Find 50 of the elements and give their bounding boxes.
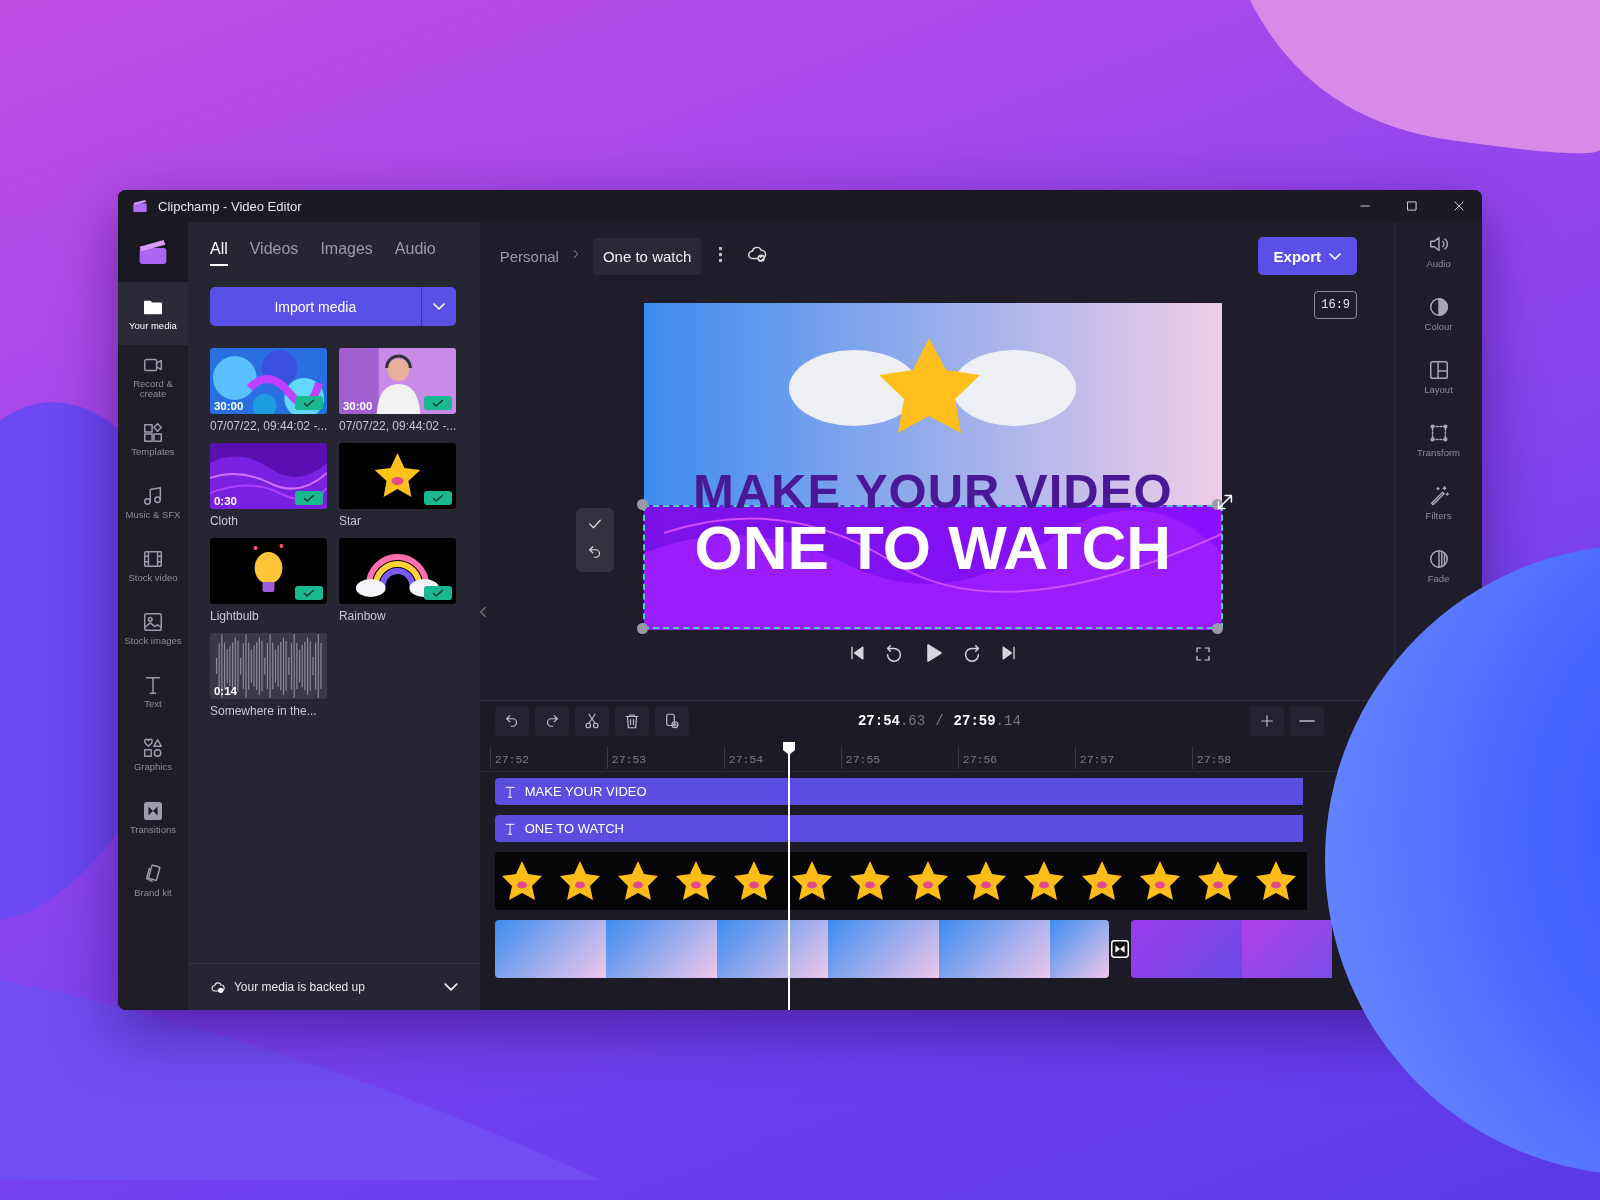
project-title[interactable]: One to watch <box>592 237 702 275</box>
sidebar-item[interactable]: Brand kit <box>118 849 188 912</box>
property-button[interactable]: Fade <box>1427 537 1450 595</box>
duration-label: 0:14 <box>213 685 237 697</box>
filter-tab[interactable]: Audio <box>394 240 436 266</box>
property-button[interactable]: Transform <box>1417 411 1460 469</box>
ruler-label: 27:52 <box>489 747 607 769</box>
sidebar-item[interactable]: Stock video <box>118 534 188 597</box>
breadcrumb-link[interactable]: Personal <box>499 247 559 265</box>
ruler-label: 27:58 <box>1191 747 1309 769</box>
filter-tab[interactable]: Videos <box>249 240 299 266</box>
import-media-button[interactable]: Import media <box>209 287 421 326</box>
media-caption: Star <box>338 514 362 530</box>
text-clip[interactable]: MAKE YOUR VIDEO <box>494 778 1303 805</box>
property-button[interactable]: Colour <box>1424 285 1453 343</box>
property-button[interactable]: Filters <box>1425 474 1452 532</box>
total-duration: 27:59.14 <box>953 713 1021 729</box>
headline-text: MAKE YOUR VIDEO <box>692 467 1173 516</box>
ruler-label: 27:57 <box>1074 747 1192 769</box>
sidebar-item[interactable]: Transitions <box>118 786 188 849</box>
text-clip[interactable]: ONE TO WATCH <box>494 815 1303 842</box>
media-caption: Cloth <box>209 514 239 530</box>
ruler-label: 27:55 <box>840 747 958 769</box>
duration-label: 0:30 <box>213 495 237 507</box>
duration-label: 30:00 <box>342 400 373 412</box>
sidebar-item[interactable]: Graphics <box>118 723 188 786</box>
duration-label: 30:00 <box>213 400 244 412</box>
window-title: Clipchamp - Video Editor <box>158 198 302 214</box>
media-caption: Lightbulb <box>209 609 260 625</box>
current-time: 27:54.63 <box>857 713 926 729</box>
aspect-ratio-button[interactable]: 16:9 <box>1314 291 1358 319</box>
ruler-label: 27:53 <box>606 747 724 769</box>
media-caption: Somewhere in the... <box>209 704 318 720</box>
sidebar-item[interactable]: Templates <box>118 408 188 471</box>
export-button[interactable]: Export <box>1257 237 1358 275</box>
sidebar-item[interactable]: Stock images <box>118 597 188 660</box>
sidebar-item[interactable]: Record & create <box>118 345 188 408</box>
media-caption: 07/07/22, 09:44:02 -... <box>209 419 327 435</box>
sidebar-item[interactable]: Your media <box>118 282 188 345</box>
backup-status: Your media is backed up <box>233 980 365 994</box>
sidebar-item[interactable]: Music & SFX <box>118 471 188 534</box>
property-button[interactable]: Layout <box>1424 348 1453 406</box>
property-button[interactable]: Audio <box>1426 222 1451 280</box>
filter-tab[interactable]: Images <box>320 240 373 266</box>
ruler-label: 27:56 <box>957 747 1075 769</box>
media-caption: 07/07/22, 09:44:02 -... <box>338 419 456 435</box>
filter-tab[interactable]: All <box>209 240 228 266</box>
sidebar-item[interactable]: Text <box>118 660 188 723</box>
time-separator: / <box>935 713 944 729</box>
media-caption: Rainbow <box>338 609 387 625</box>
